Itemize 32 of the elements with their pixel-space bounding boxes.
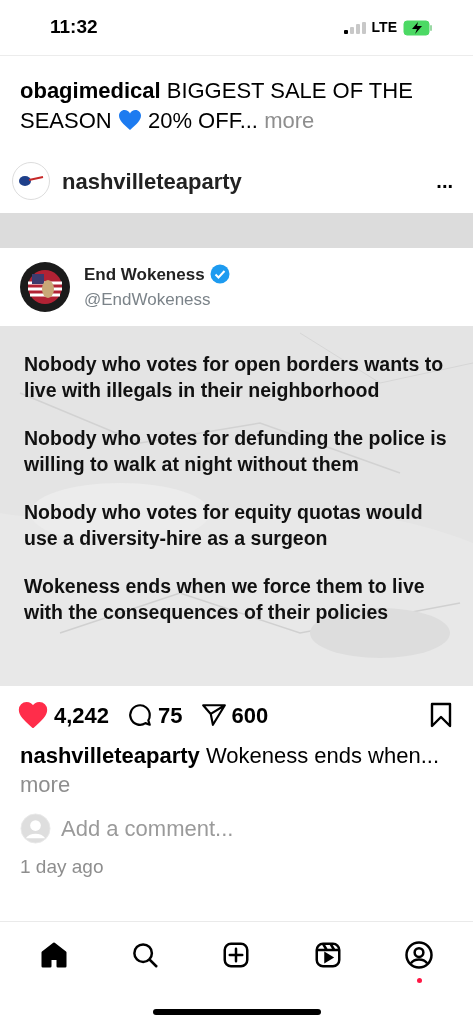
post-username[interactable]: nashvilleteaparty [20, 743, 200, 768]
heart-icon [117, 109, 142, 131]
guitar-icon [18, 175, 44, 187]
like-count: 4,242 [54, 701, 110, 730]
battery-charging-icon [403, 19, 433, 36]
post-caption: BIGGEST SALE OF THE [166, 78, 413, 103]
signal-icon [343, 21, 366, 34]
post-username[interactable]: obagimedical [20, 78, 161, 103]
post-caption: 20% OFF... [147, 108, 258, 133]
send-icon[interactable] [200, 702, 227, 728]
share-count: 600 [231, 701, 269, 730]
post-username[interactable]: nashvilleteaparty [62, 164, 242, 198]
account-avatar[interactable] [12, 162, 50, 200]
tweet-paragraph: Nobody who votes for equity quotas would use a diversity-hire as a surgeon [24, 500, 424, 551]
more-options-button[interactable]: ... [436, 166, 453, 196]
comment-count: 75 [158, 701, 183, 730]
avatar-placeholder-icon [20, 812, 51, 844]
tweet-paragraph: Wokeness ends when we force them to live with the consequences of their policies [24, 574, 426, 625]
post-caption: Wokeness ends when... [205, 743, 440, 768]
network-label: LTE [371, 18, 397, 37]
flag-icon [27, 269, 63, 305]
heart-icon[interactable] [18, 702, 48, 728]
tweet-paragraph: Nobody who votes for defunding the police is willing to walk at night without them [24, 426, 448, 477]
status-time: 11:32 [50, 15, 98, 40]
tweet-handle: @EndWokeness [84, 289, 212, 311]
bookmark-icon[interactable] [429, 702, 453, 728]
tweet-paragraph: Nobody who votes for open borders wants to live with illegals in their neighborhood [24, 352, 445, 403]
comment-field[interactable]: Add a comment... [61, 811, 453, 845]
comment-icon[interactable] [127, 702, 154, 728]
post-time: 1 day ago [19, 855, 105, 879]
tweet-author-name: End Wokeness [84, 263, 205, 286]
post-caption: SEASON [20, 108, 112, 133]
